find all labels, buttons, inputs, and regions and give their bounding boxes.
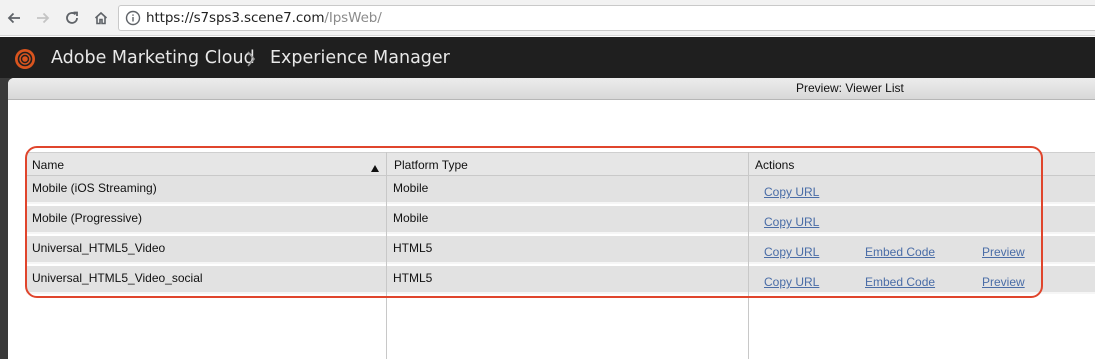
embed-code-link[interactable]: Embed Code (865, 275, 935, 289)
preview-link[interactable]: Preview (982, 245, 1025, 259)
column-label: Platform Type (394, 158, 468, 172)
row-name: Mobile (Progressive) (32, 211, 143, 225)
row-platform-type: HTML5 (393, 241, 433, 255)
embed-code-link[interactable]: Embed Code (865, 245, 935, 259)
column-header-actions[interactable]: Actions (749, 153, 1089, 176)
app-header: Adobe Marketing Cloud Experience Manager (0, 37, 1095, 80)
column-header-name[interactable]: Name (26, 153, 386, 176)
chevron-right-icon (245, 50, 257, 68)
copy-url-link[interactable]: Copy URL (764, 275, 819, 289)
row-platform-type: Mobile (393, 211, 429, 225)
sort-ascending-icon[interactable] (371, 161, 379, 172)
reload-icon[interactable] (62, 8, 82, 28)
table-header: Name Platform Type Actions (26, 152, 1095, 176)
column-header-platform-type[interactable]: Platform Type (388, 153, 748, 176)
home-icon[interactable] (91, 8, 111, 28)
section-title[interactable]: Experience Manager (270, 48, 450, 68)
copy-url-link[interactable]: Copy URL (764, 215, 819, 229)
copy-url-link[interactable]: Copy URL (764, 185, 819, 199)
back-arrow-icon[interactable] (4, 8, 24, 28)
forward-arrow-icon[interactable] (33, 8, 53, 28)
row-platform-type: HTML5 (393, 271, 433, 285)
brand-title[interactable]: Adobe Marketing Cloud (51, 48, 255, 68)
row-name: Mobile (iOS Streaming) (32, 181, 157, 195)
info-icon[interactable] (125, 10, 141, 26)
url-path: /IpsWeb/ (324, 10, 382, 26)
table-row[interactable]: Mobile (Progressive) Mobile Copy URL (26, 206, 1095, 234)
column-label: Actions (755, 158, 795, 172)
browser-toolbar: https://s7sps3.scene7.com/IpsWeb/ (0, 0, 1095, 36)
preview-link[interactable]: Preview (982, 275, 1025, 289)
column-label: Name (32, 158, 65, 172)
adobe-marketing-cloud-logo-icon[interactable] (14, 48, 36, 70)
table-row[interactable]: Mobile (iOS Streaming) Mobile Copy URL (26, 176, 1095, 204)
viewer-list-table: Name Platform Type Actions Mobile (iOS S… (26, 152, 1095, 359)
address-bar[interactable]: https://s7sps3.scene7.com/IpsWeb/ (118, 5, 1095, 31)
dialog-title-bar: Preview: Viewer List (8, 78, 1095, 100)
url-host: https://s7sps3.scene7.com (146, 10, 325, 26)
column-divider[interactable] (386, 152, 387, 359)
row-name: Universal_HTML5_Video (32, 241, 166, 255)
row-platform-type: Mobile (393, 181, 429, 195)
table-row[interactable]: Universal_HTML5_Video HTML5 Copy URL Emb… (26, 236, 1095, 264)
row-name: Universal_HTML5_Video_social (32, 271, 203, 285)
column-divider[interactable] (748, 152, 749, 359)
table-row[interactable]: Universal_HTML5_Video_social HTML5 Copy … (26, 266, 1095, 294)
url-text[interactable]: https://s7sps3.scene7.com/IpsWeb/ (146, 10, 382, 26)
copy-url-link[interactable]: Copy URL (764, 245, 819, 259)
dialog-title: Preview: Viewer List (796, 81, 904, 95)
